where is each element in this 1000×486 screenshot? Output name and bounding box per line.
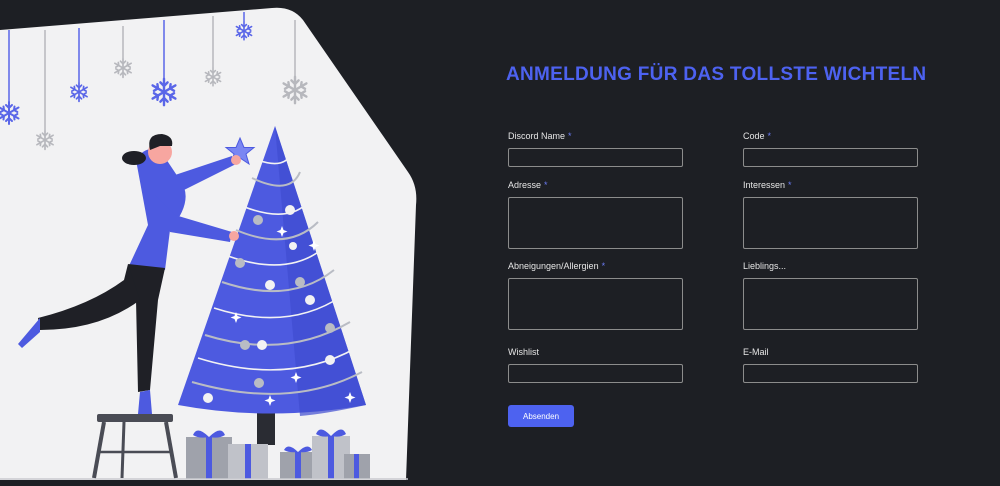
- email-label: E-Mail: [743, 347, 769, 357]
- discord-name-label: Discord Name: [508, 131, 566, 141]
- required-marker: *: [544, 180, 548, 190]
- field-lieblings: Lieblings...: [743, 260, 918, 330]
- field-discord-name: Discord Name *: [508, 130, 683, 167]
- field-email: E-Mail: [743, 346, 918, 383]
- code-input[interactable]: [743, 148, 918, 167]
- form-title: ANMELDUNG FÜR DAS TOLLSTE WICHTELN: [506, 64, 927, 85]
- interessen-textarea[interactable]: [743, 197, 918, 249]
- field-wishlist: Wishlist: [508, 346, 683, 383]
- discord-name-input[interactable]: [508, 148, 683, 167]
- wishlist-label: Wishlist: [508, 347, 539, 357]
- adresse-textarea[interactable]: [508, 197, 683, 249]
- field-interessen: Interessen *: [743, 179, 918, 249]
- field-abneigungen: Abneigungen/Allergien *: [508, 260, 683, 330]
- abneigungen-textarea[interactable]: [508, 278, 683, 330]
- field-code: Code *: [743, 130, 918, 167]
- email-input[interactable]: [743, 364, 918, 383]
- lieblings-textarea[interactable]: [743, 278, 918, 330]
- wishlist-input[interactable]: [508, 364, 683, 383]
- required-marker: *: [788, 180, 792, 190]
- lieblings-label: Lieblings...: [743, 261, 787, 271]
- adresse-label: Adresse: [508, 180, 542, 190]
- field-adresse: Adresse *: [508, 179, 683, 249]
- submit-button[interactable]: Absenden: [508, 405, 574, 427]
- code-label: Code: [743, 131, 765, 141]
- interessen-label: Interessen: [743, 180, 786, 190]
- required-marker: *: [767, 131, 772, 141]
- required-marker: *: [601, 261, 606, 271]
- christmas-illustration: [0, 0, 430, 486]
- abneigungen-label: Abneigungen/Allergien: [508, 261, 599, 271]
- required-marker: *: [568, 131, 572, 141]
